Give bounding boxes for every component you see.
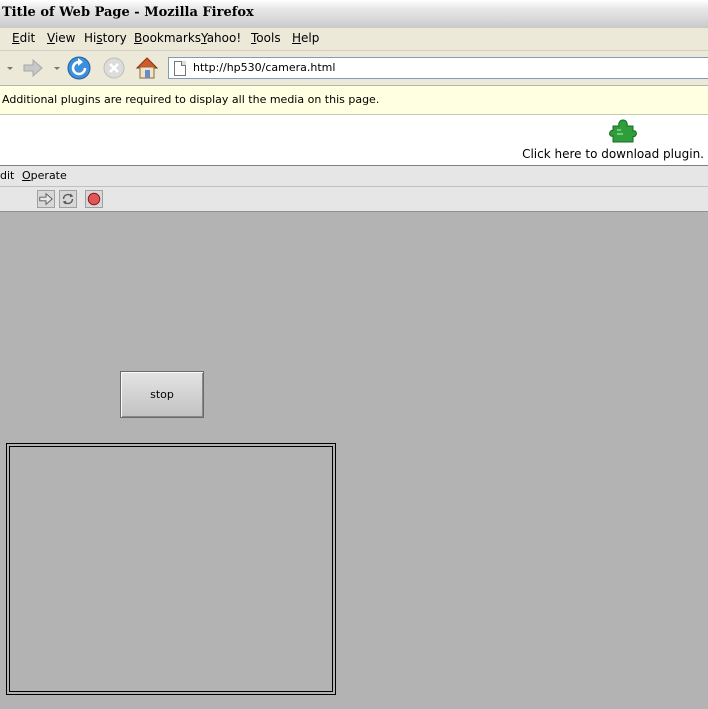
- image-display-inner-border: [9, 446, 333, 692]
- forward-icon[interactable]: [20, 55, 46, 81]
- url-bar[interactable]: http://hp530/camera.html: [168, 57, 708, 79]
- run-continuously-icon[interactable]: [59, 190, 77, 208]
- url-text[interactable]: http://hp530/camera.html: [193, 61, 335, 74]
- menu-help[interactable]: Help: [292, 31, 319, 45]
- plugin-notification-bar: Additional plugins are required to displ…: [0, 86, 708, 115]
- run-arrow-icon[interactable]: [37, 190, 55, 208]
- stop-button[interactable]: stop: [120, 371, 204, 418]
- download-plugin-link[interactable]: Click here to download plugin.: [522, 147, 704, 161]
- menu-edit[interactable]: Edit: [12, 31, 35, 45]
- camera-image-display: [6, 443, 336, 695]
- menu-view[interactable]: View: [47, 31, 75, 45]
- back-dropdown-icon[interactable]: [2, 55, 16, 81]
- vi-toolbar: [0, 187, 708, 212]
- vi-menu-bar: dit Operate: [0, 166, 708, 187]
- abort-execution-icon[interactable]: [85, 190, 103, 208]
- vi-menu-operate[interactable]: Operate: [22, 169, 67, 182]
- page-icon: [174, 61, 186, 76]
- stop-loading-icon[interactable]: [101, 55, 127, 81]
- plugin-notification-text: Additional plugins are required to displ…: [2, 93, 380, 106]
- menu-history[interactable]: History: [84, 31, 127, 45]
- puzzle-piece-icon[interactable]: [609, 118, 637, 144]
- window-title: Title of Web Page - Mozilla Firefox: [2, 5, 254, 20]
- reload-icon[interactable]: [66, 55, 92, 81]
- menu-bookmarks[interactable]: Bookmarks: [134, 31, 201, 45]
- missing-plugin-area[interactable]: Click here to download plugin.: [0, 115, 708, 166]
- navigation-toolbar: http://hp530/camera.html: [0, 51, 708, 86]
- vi-menu-edit[interactable]: dit: [0, 169, 14, 182]
- home-icon[interactable]: [134, 55, 160, 81]
- forward-dropdown-icon[interactable]: [50, 55, 64, 81]
- window-title-bar: Title of Web Page - Mozilla Firefox: [0, 0, 708, 29]
- menu-tools[interactable]: Tools: [251, 31, 281, 45]
- menu-bar: Edit View History Bookmarks Yahoo! Tools…: [0, 28, 708, 51]
- menu-yahoo[interactable]: Yahoo!: [201, 31, 241, 45]
